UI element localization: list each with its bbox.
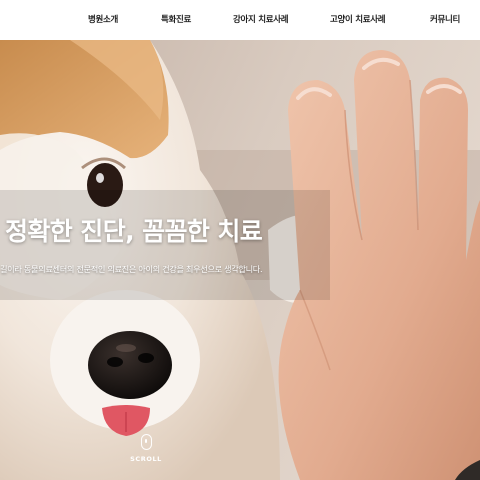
nav-item-cat-cases[interactable]: 고양이 치료사례 [330,13,386,27]
hero-title: 정확한 진단, 꼼꼼한 치료 [5,217,263,246]
top-navigation: 병원소개 특화진료 강아지 치료사례 고양이 치료사례 커뮤니티 [0,0,480,40]
hero-banner: 정확한 진단, 꼼꼼한 치료 길이라 동물의료센터의 전문적인 의료진은 아이의… [0,40,480,480]
nav-item-community[interactable]: 커뮤니티 [430,13,460,27]
nav-item-specialized-care[interactable]: 특화진료 [161,13,191,27]
hero-subtitle: 길이라 동물의료센터의 전문적인 의료진은 아이의 건강을 최우선으로 생각합니… [0,264,263,274]
scroll-label: SCROLL [130,455,162,463]
mouse-scroll-icon [140,434,152,450]
scroll-indicator[interactable]: SCROLL [128,434,164,463]
hero-photo [0,40,480,480]
nav-item-hospital-intro[interactable]: 병원소개 [88,13,118,27]
nav-item-dog-cases[interactable]: 강아지 치료사례 [233,13,289,27]
